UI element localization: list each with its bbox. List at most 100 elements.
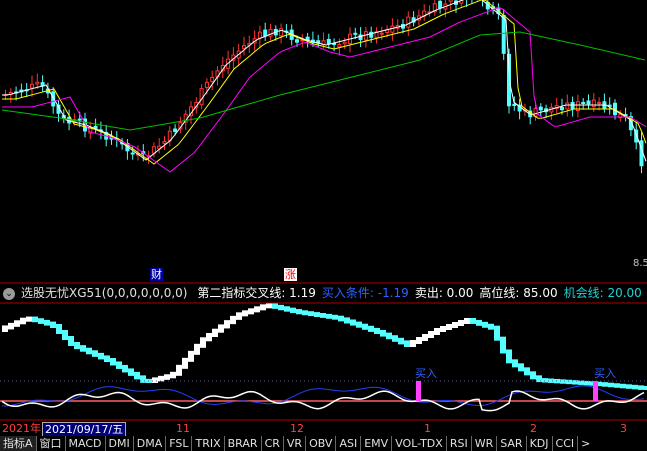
- oscillator-block: [578, 380, 584, 385]
- oscillator-block: [128, 368, 134, 376]
- tab-emv[interactable]: EMV: [361, 436, 393, 451]
- rise-badge[interactable]: 涨: [284, 268, 297, 281]
- blue-signal-line: [1, 385, 645, 407]
- oscillator-block: [272, 303, 278, 309]
- tab-vol-tdx[interactable]: VOL-TDX: [392, 436, 447, 451]
- candle-body: [538, 106, 543, 111]
- oscillator-block: [440, 326, 446, 332]
- candle-body: [305, 36, 310, 41]
- tab-macd[interactable]: MACD: [66, 436, 106, 451]
- oscillator-block: [410, 340, 416, 347]
- tab-sar[interactable]: SAR: [497, 436, 527, 451]
- buy-signal-bar: [416, 381, 421, 401]
- indicator-value-item: 第二指标交叉线: 1.19: [197, 286, 316, 300]
- oscillator-block: [14, 320, 20, 327]
- candle-body: [379, 32, 384, 35]
- oscillator-block: [302, 310, 308, 316]
- oscillator-block: [38, 318, 44, 324]
- candle-body: [204, 81, 209, 88]
- oscillator-block: [290, 307, 296, 314]
- tab-dma[interactable]: DMA: [134, 436, 167, 451]
- candle-body: [162, 141, 167, 145]
- candle-body: [448, 0, 453, 2]
- ma10-line: [2, 0, 647, 165]
- oscillator-block: [350, 319, 356, 326]
- oscillator-block: [320, 313, 326, 318]
- tab-more-icon[interactable]: >: [578, 436, 593, 451]
- collapse-icon[interactable]: ⌄: [3, 287, 15, 300]
- tab-cci[interactable]: CCI: [553, 436, 579, 451]
- oscillator-block: [566, 379, 572, 385]
- date-axis: 2021年 2021/09/17/五 11 12 1 2 3: [0, 422, 647, 437]
- oscillator-block: [458, 320, 464, 326]
- oscillator-block: [392, 335, 398, 342]
- oscillator-block: [614, 383, 620, 388]
- oscillator-block: [422, 334, 428, 341]
- oscillator-block: [464, 318, 470, 324]
- oscillator-block: [338, 315, 344, 322]
- month-label: 2: [530, 422, 537, 435]
- oscillator-block: [278, 304, 284, 311]
- oscillator-block: [26, 316, 32, 322]
- oscillator-block: [188, 350, 194, 362]
- finance-badge[interactable]: 财: [150, 268, 163, 281]
- oscillator-block: [494, 325, 500, 341]
- month-label: 12: [290, 422, 304, 435]
- indicator-values: 第二指标交叉线: 1.19 买入条件: -1.19 卖出: 0.00 高位线: 85.…: [197, 284, 647, 302]
- buy-signal-bar: [593, 381, 598, 401]
- tab-wr[interactable]: WR: [472, 436, 498, 451]
- candle-body: [337, 43, 342, 48]
- oscillator-block: [554, 378, 560, 384]
- tab-asi[interactable]: ASI: [336, 436, 362, 451]
- oscillator-block: [164, 374, 170, 380]
- oscillator-block: [560, 379, 566, 384]
- oscillator-block: [506, 349, 512, 364]
- indicator-pane[interactable]: [0, 303, 647, 412]
- oscillator-block: [314, 312, 320, 317]
- tab-dmi[interactable]: DMI: [106, 436, 134, 451]
- oscillator-block: [404, 340, 410, 347]
- oscillator-block: [182, 357, 188, 369]
- oscillator-block: [140, 375, 146, 383]
- indicator-value-item: 高位线: 85.00: [479, 286, 558, 300]
- oscillator-block: [68, 336, 74, 346]
- oscillator-block: [524, 367, 530, 376]
- oscillator-block: [20, 317, 26, 325]
- tab-rsi[interactable]: RSI: [447, 436, 472, 451]
- tab-窗口[interactable]: 窗口: [37, 436, 66, 451]
- candle-body: [279, 28, 284, 37]
- oscillator-block: [200, 337, 206, 348]
- candle-body: [586, 100, 591, 105]
- candle-body: [342, 41, 347, 45]
- indicator-tabs: 指标A 窗口 MACD DMI DMA FSL TRIX BRAR CR VR OBV ASI EMV V…: [0, 436, 647, 451]
- tab-obv[interactable]: OBV: [306, 436, 337, 451]
- tab-trix[interactable]: TRIX: [192, 436, 225, 451]
- oscillator-block: [626, 384, 632, 389]
- oscillator-block: [332, 314, 338, 320]
- tab-vr[interactable]: VR: [284, 436, 307, 451]
- tab-cr[interactable]: CR: [262, 436, 284, 451]
- indicator-value-item: 卖出: 0.00: [414, 286, 474, 300]
- tab-fsl[interactable]: FSL: [166, 436, 193, 451]
- oscillator-block: [56, 324, 62, 334]
- oscillator-block: [194, 343, 200, 355]
- candle-body: [591, 99, 596, 108]
- oscillator-block: [482, 321, 488, 328]
- indicator-name[interactable]: 选股无忧XG51(0,0,0,0,0,0,0): [21, 284, 187, 302]
- chart-canvas[interactable]: 买入 买入: [0, 0, 647, 451]
- date-year: 2021年: [2, 422, 41, 435]
- oscillator-block: [452, 322, 458, 328]
- buy-signal-label: 买入: [594, 367, 616, 380]
- candle-body: [130, 152, 135, 155]
- oscillator-block: [92, 350, 98, 357]
- candle-body: [77, 118, 82, 121]
- oscillator-block: [248, 308, 254, 315]
- oscillator-block: [602, 382, 608, 387]
- tab-kdj[interactable]: KDJ: [527, 436, 553, 451]
- price-pane[interactable]: [1, 0, 647, 174]
- oscillator-block: [584, 380, 590, 386]
- candle-body: [210, 76, 215, 83]
- tab-指标a[interactable]: 指标A: [0, 436, 37, 451]
- tab-brar[interactable]: BRAR: [225, 436, 262, 451]
- oscillator-block: [44, 319, 50, 326]
